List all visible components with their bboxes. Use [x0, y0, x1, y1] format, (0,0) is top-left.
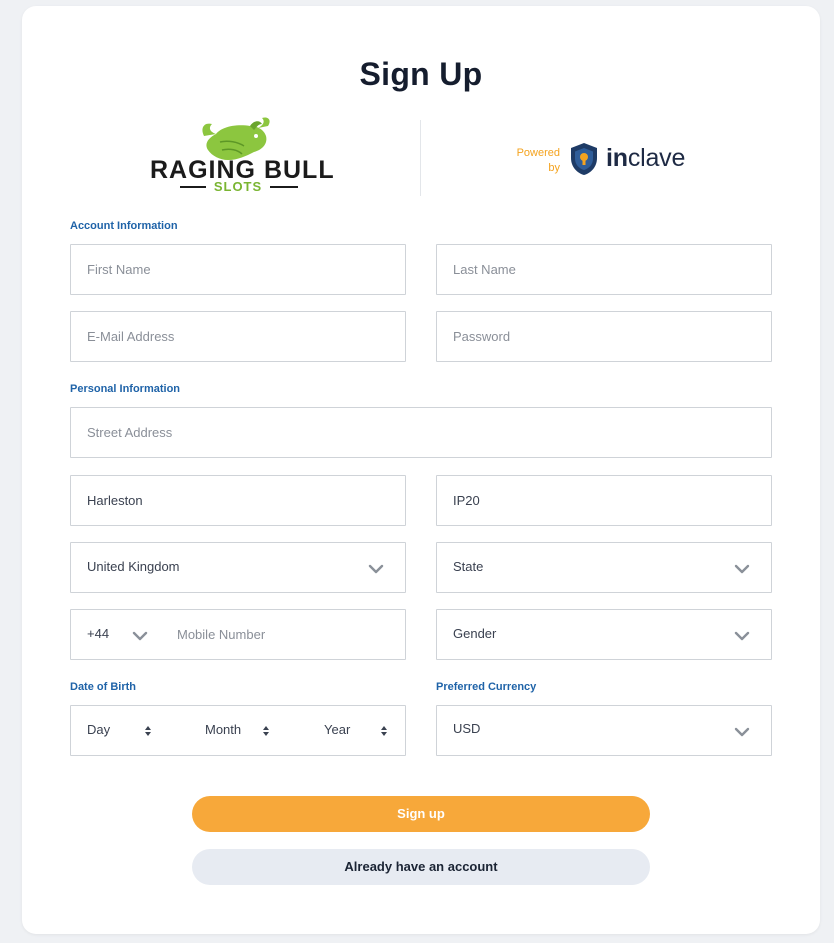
first-name-field: [70, 244, 406, 295]
chevron-down-icon: [734, 564, 750, 574]
chevron-down-icon: [734, 727, 750, 737]
section-date-of-birth: Date of Birth: [70, 681, 136, 693]
brand-divider: [420, 120, 421, 196]
logo-sub-text: SLOTS: [213, 179, 263, 194]
sort-icon: [263, 726, 269, 736]
first-name-input[interactable]: [71, 245, 405, 294]
state-select[interactable]: State: [436, 542, 772, 593]
brand-header: RAGING BULL SLOTS Powered by inclave: [22, 116, 820, 202]
inclave-logo-text: inclave: [606, 144, 685, 173]
chevron-down-icon[interactable]: [132, 631, 148, 641]
sort-icon: [381, 726, 387, 736]
section-account-information: Account Information: [70, 220, 178, 232]
signup-card: Sign Up RAGING BULL SLOTS Powered by inc…: [22, 6, 820, 934]
postcode-field: [436, 475, 772, 526]
dob-year-select[interactable]: Year: [324, 722, 350, 737]
logo-divider-left: [180, 186, 206, 188]
street-address-field: [70, 407, 772, 458]
mobile-number-input[interactable]: [161, 610, 405, 659]
country-value: United Kingdom: [87, 559, 180, 574]
gender-value: Gender: [453, 626, 497, 641]
powered-line-2: by: [548, 162, 560, 174]
state-value: State: [453, 559, 484, 574]
inclave-in: in: [606, 144, 628, 172]
powered-by-label: Powered by: [500, 146, 560, 176]
country-select[interactable]: United Kingdom: [70, 542, 406, 593]
page-title: Sign Up: [359, 56, 483, 92]
inclave-shield-icon: [571, 143, 597, 175]
last-name-input[interactable]: [437, 245, 771, 294]
already-have-account-button[interactable]: Already have an account: [192, 849, 650, 885]
powered-line-1: Powered: [516, 147, 560, 159]
phone-code-value[interactable]: +44: [87, 626, 109, 641]
dob-month-select[interactable]: Month: [205, 722, 241, 737]
chevron-down-icon: [368, 564, 384, 574]
inclave-rest: clave: [627, 144, 686, 172]
password-input[interactable]: [437, 312, 771, 361]
city-input[interactable]: [71, 476, 405, 525]
chevron-down-icon: [734, 631, 750, 641]
mobile-field: +44: [70, 609, 406, 660]
raging-bull-slots-logo: RAGING BULL SLOTS: [150, 116, 334, 200]
logo-sub-row: SLOTS: [150, 179, 326, 195]
email-input[interactable]: [71, 312, 405, 361]
currency-select[interactable]: USD: [436, 705, 772, 756]
sign-up-button[interactable]: Sign up: [192, 796, 650, 832]
section-personal-information: Personal Information: [70, 383, 181, 395]
currency-value: USD: [453, 721, 481, 736]
dob-day-select[interactable]: Day: [87, 722, 110, 737]
last-name-field: [436, 244, 772, 295]
gender-select[interactable]: Gender: [436, 609, 772, 660]
sort-icon: [145, 726, 151, 736]
password-field: [436, 311, 772, 362]
email-field: [70, 311, 406, 362]
postcode-input[interactable]: [437, 476, 771, 525]
section-preferred-currency: Preferred Currency: [436, 681, 537, 693]
logo-divider-right: [270, 186, 298, 188]
street-address-input[interactable]: [71, 408, 771, 457]
date-of-birth-field: Day Month Year: [70, 705, 406, 756]
city-field: [70, 475, 406, 526]
